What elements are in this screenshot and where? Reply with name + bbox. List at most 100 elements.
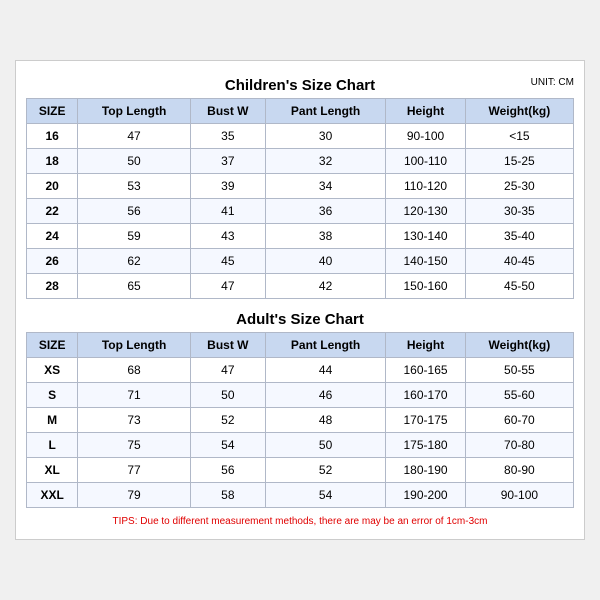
table-row: XL775652180-19080-90 bbox=[27, 458, 574, 483]
adults-col-size: SIZE bbox=[27, 333, 78, 358]
table-row: 26624540140-15040-45 bbox=[27, 249, 574, 274]
table-cell: 62 bbox=[78, 249, 191, 274]
table-cell: 34 bbox=[265, 174, 385, 199]
table-cell: 70-80 bbox=[465, 433, 573, 458]
table-cell: 44 bbox=[265, 358, 385, 383]
table-row: M735248170-17560-70 bbox=[27, 408, 574, 433]
table-cell: 160-170 bbox=[386, 383, 465, 408]
table-cell: 35-40 bbox=[465, 224, 573, 249]
children-size-table: SIZE Top Length Bust W Pant Length Heigh… bbox=[26, 98, 574, 299]
table-row: 24594338130-14035-40 bbox=[27, 224, 574, 249]
children-section-title: Children's Size Chart UNIT: CM bbox=[26, 71, 574, 98]
adults-col-bust-w: Bust W bbox=[190, 333, 265, 358]
table-cell: XS bbox=[27, 358, 78, 383]
table-cell: 30-35 bbox=[465, 199, 573, 224]
table-cell: 35 bbox=[190, 124, 265, 149]
table-row: L755450175-18070-80 bbox=[27, 433, 574, 458]
children-col-top-length: Top Length bbox=[78, 99, 191, 124]
table-cell: 39 bbox=[190, 174, 265, 199]
table-cell: 36 bbox=[265, 199, 385, 224]
table-cell: 58 bbox=[190, 483, 265, 508]
adults-title-text: Adult's Size Chart bbox=[236, 311, 364, 328]
table-cell: 47 bbox=[190, 274, 265, 299]
children-col-bust-w: Bust W bbox=[190, 99, 265, 124]
table-cell: 180-190 bbox=[386, 458, 465, 483]
adults-header-row: SIZE Top Length Bust W Pant Length Heigh… bbox=[27, 333, 574, 358]
table-cell: 170-175 bbox=[386, 408, 465, 433]
table-cell: 190-200 bbox=[386, 483, 465, 508]
table-cell: 54 bbox=[265, 483, 385, 508]
table-cell: 26 bbox=[27, 249, 78, 274]
table-row: 1647353090-100<15 bbox=[27, 124, 574, 149]
table-cell: 41 bbox=[190, 199, 265, 224]
adults-col-pant-length: Pant Length bbox=[265, 333, 385, 358]
children-col-size: SIZE bbox=[27, 99, 78, 124]
table-cell: 71 bbox=[78, 383, 191, 408]
table-cell: 22 bbox=[27, 199, 78, 224]
table-cell: 100-110 bbox=[386, 149, 465, 174]
children-unit-label: UNIT: CM bbox=[531, 77, 574, 88]
table-cell: 24 bbox=[27, 224, 78, 249]
adults-col-top-length: Top Length bbox=[78, 333, 191, 358]
table-cell: 50 bbox=[190, 383, 265, 408]
children-header-row: SIZE Top Length Bust W Pant Length Heigh… bbox=[27, 99, 574, 124]
table-cell: 50 bbox=[265, 433, 385, 458]
table-cell: 47 bbox=[190, 358, 265, 383]
table-cell: 53 bbox=[78, 174, 191, 199]
table-row: XXL795854190-20090-100 bbox=[27, 483, 574, 508]
adults-col-height: Height bbox=[386, 333, 465, 358]
table-cell: 20 bbox=[27, 174, 78, 199]
table-row: S715046160-17055-60 bbox=[27, 383, 574, 408]
table-cell: 52 bbox=[190, 408, 265, 433]
table-cell: 75 bbox=[78, 433, 191, 458]
table-cell: 120-130 bbox=[386, 199, 465, 224]
children-title-text: Children's Size Chart bbox=[225, 77, 375, 94]
table-cell: M bbox=[27, 408, 78, 433]
adults-section-title: Adult's Size Chart bbox=[26, 305, 574, 332]
table-cell: XXL bbox=[27, 483, 78, 508]
table-cell: 110-120 bbox=[386, 174, 465, 199]
table-row: XS684744160-16550-55 bbox=[27, 358, 574, 383]
table-row: 18503732100-11015-25 bbox=[27, 149, 574, 174]
table-cell: 37 bbox=[190, 149, 265, 174]
table-cell: 130-140 bbox=[386, 224, 465, 249]
tips-text: TIPS: Due to different measurement metho… bbox=[26, 514, 574, 529]
table-row: 28654742150-16045-50 bbox=[27, 274, 574, 299]
table-cell: <15 bbox=[465, 124, 573, 149]
table-cell: 90-100 bbox=[386, 124, 465, 149]
table-cell: 38 bbox=[265, 224, 385, 249]
table-cell: 43 bbox=[190, 224, 265, 249]
table-cell: 60-70 bbox=[465, 408, 573, 433]
table-cell: 175-180 bbox=[386, 433, 465, 458]
table-cell: 55-60 bbox=[465, 383, 573, 408]
table-cell: 30 bbox=[265, 124, 385, 149]
table-cell: 28 bbox=[27, 274, 78, 299]
table-cell: S bbox=[27, 383, 78, 408]
table-cell: 68 bbox=[78, 358, 191, 383]
chart-container: Children's Size Chart UNIT: CM SIZE Top … bbox=[15, 60, 585, 540]
table-cell: 65 bbox=[78, 274, 191, 299]
adults-size-table: SIZE Top Length Bust W Pant Length Heigh… bbox=[26, 332, 574, 508]
table-cell: 56 bbox=[78, 199, 191, 224]
table-cell: 52 bbox=[265, 458, 385, 483]
table-cell: 56 bbox=[190, 458, 265, 483]
table-cell: 45 bbox=[190, 249, 265, 274]
table-cell: 73 bbox=[78, 408, 191, 433]
table-cell: 160-165 bbox=[386, 358, 465, 383]
table-cell: 46 bbox=[265, 383, 385, 408]
table-cell: 47 bbox=[78, 124, 191, 149]
table-cell: 80-90 bbox=[465, 458, 573, 483]
table-cell: 42 bbox=[265, 274, 385, 299]
table-cell: 18 bbox=[27, 149, 78, 174]
table-cell: 50 bbox=[78, 149, 191, 174]
table-cell: 48 bbox=[265, 408, 385, 433]
table-cell: 79 bbox=[78, 483, 191, 508]
table-cell: 140-150 bbox=[386, 249, 465, 274]
table-cell: 25-30 bbox=[465, 174, 573, 199]
table-cell: 90-100 bbox=[465, 483, 573, 508]
table-cell: 50-55 bbox=[465, 358, 573, 383]
children-col-height: Height bbox=[386, 99, 465, 124]
table-cell: 59 bbox=[78, 224, 191, 249]
table-cell: 77 bbox=[78, 458, 191, 483]
table-cell: 16 bbox=[27, 124, 78, 149]
